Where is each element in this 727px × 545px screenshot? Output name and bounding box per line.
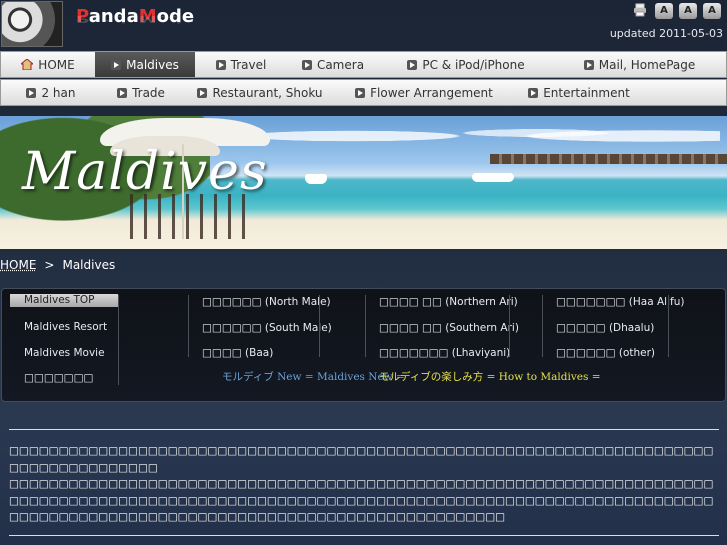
- maldives-new-link[interactable]: モルディブ New = Maldives New =: [222, 369, 405, 384]
- content-paragraph-1: □□□□□□□□□□□□□□□□□□□□□□□□□□□□□□□□□□□□□□□□…: [9, 445, 714, 474]
- font-size-medium-button[interactable]: A: [679, 3, 697, 19]
- menu-item-maldives-resort[interactable]: Maldives Resort: [10, 319, 118, 345]
- content-divider-top: [9, 429, 719, 430]
- nav-entertainment[interactable]: Entertainment: [509, 80, 649, 105]
- nav-maldives-label: Maldives: [126, 57, 179, 72]
- banner-boat: [305, 174, 327, 184]
- breadcrumb-current: Maldives: [62, 258, 116, 272]
- nav-pc-ipod[interactable]: PC & iPod/iPhone: [379, 52, 553, 77]
- menu-divider: [509, 295, 510, 357]
- content-paragraph-2: □□□□□□□□□□□□□□□□□□□□□□□□□□□□□□□□□□□□□□□□…: [9, 478, 714, 523]
- nav-trade[interactable]: Trade: [101, 80, 181, 105]
- banner-water-villas: [490, 154, 727, 164]
- menu-item-maldives-movie[interactable]: Maldives Movie: [10, 345, 118, 371]
- menu-item-dhaalu[interactable]: □□□□□ (Dhaalu): [542, 320, 672, 346]
- nav-flower-arrangement[interactable]: Flower Arrangement: [339, 80, 509, 105]
- panda-logo-image[interactable]: [1, 1, 63, 47]
- logo-reflection: PandaMode: [76, 13, 195, 25]
- nav-maldives[interactable]: Maldives: [95, 52, 195, 77]
- menu-divider: [319, 295, 320, 357]
- banner-boat-large: [472, 173, 514, 182]
- font-size-large-button[interactable]: A: [703, 3, 721, 19]
- play-icon: [355, 87, 366, 98]
- print-icon[interactable]: [633, 3, 649, 19]
- menu-item-col1-4[interactable]: □□□□□□□: [10, 370, 118, 396]
- home-icon: [21, 59, 34, 70]
- menu-column-2: □□□□□□ (North Male) □□□□□□ (South Male) …: [188, 294, 332, 371]
- nav-home-label: HOME: [38, 57, 75, 72]
- banner-clouds: [260, 118, 720, 148]
- nav-pc-ipod-label: PC & iPod/iPhone: [422, 57, 525, 72]
- play-icon: [197, 87, 208, 98]
- nav-mail-homepage[interactable]: Mail, HomePage: [553, 52, 726, 77]
- nav-flower-arrangement-label: Flower Arrangement: [370, 85, 493, 100]
- nav-travel[interactable]: Travel: [195, 52, 287, 77]
- main-nav-row-1: HOME Maldives Travel Camera PC & iPod/iP…: [0, 51, 727, 78]
- play-icon: [117, 87, 128, 98]
- menu-item-lhaviyani[interactable]: □□□□□□□ (Lhaviyani): [365, 345, 510, 371]
- nav-home[interactable]: HOME: [1, 52, 95, 77]
- updated-date: updated 2011-05-03: [609, 27, 723, 40]
- menu-item-maldives-top[interactable]: Maldives TOP: [10, 294, 118, 307]
- nav-camera-label: Camera: [316, 57, 365, 72]
- menu-item-haa-alifu[interactable]: □□□□□□□ (Haa Alifu): [542, 294, 684, 320]
- font-size-small-button[interactable]: A: [655, 3, 673, 19]
- menu-column-4: □□□□□□□ (Haa Alifu) □□□□□ (Dhaalu) □□□□□…: [542, 294, 684, 371]
- main-nav-row-2: 2 han Trade Restaurant, Shoku Flower Arr…: [0, 79, 727, 106]
- maldives-menu-panel: Maldives TOP Maldives Resort Maldives Mo…: [1, 288, 726, 402]
- play-icon: [583, 59, 594, 70]
- menu-item-northern-ari[interactable]: □□□□ □□ (Northern Ari): [365, 294, 518, 320]
- play-icon: [528, 87, 539, 98]
- menu-item-southern-ari[interactable]: □□□□ □□ (Southern Ari): [365, 320, 519, 346]
- menu-divider: [188, 295, 189, 357]
- nav-camera[interactable]: Camera: [287, 52, 379, 77]
- menu-column-3: □□□□ □□ (Northern Ari) □□□□ □□ (Southern…: [365, 294, 519, 371]
- nav-entertainment-label: Entertainment: [543, 85, 630, 100]
- site-header: PandaMode PandaMode A A A updated 2011-0…: [0, 0, 727, 50]
- menu-column-1: Maldives TOP Maldives Resort Maldives Mo…: [10, 294, 118, 396]
- nav-2han-label: 2 han: [41, 85, 76, 100]
- menu-item-baa[interactable]: □□□□ (Baa): [188, 345, 318, 371]
- menu-item-south-male[interactable]: □□□□□□ (South Male): [188, 320, 332, 346]
- nav-restaurant[interactable]: Restaurant, Shoku: [181, 80, 339, 105]
- maldives-banner: Maldives: [0, 116, 727, 249]
- how-to-maldives-link[interactable]: モルディブの楽しみ方 = How to Maldives =: [379, 369, 601, 384]
- nav-2han[interactable]: 2 han: [1, 80, 101, 105]
- nav-mail-homepage-label: Mail, HomePage: [598, 57, 696, 72]
- menu-item-north-male[interactable]: □□□□□□ (North Male): [188, 294, 331, 320]
- play-icon: [215, 59, 226, 70]
- menu-item-other[interactable]: □□□□□□ (other): [542, 345, 672, 371]
- nav-restaurant-label: Restaurant, Shoku: [212, 85, 323, 100]
- menu-divider: [542, 295, 543, 357]
- breadcrumb: HOME > Maldives: [0, 258, 115, 272]
- breadcrumb-separator: >: [44, 258, 55, 272]
- breadcrumb-home-link[interactable]: HOME: [0, 258, 36, 272]
- banner-title: Maldives: [22, 142, 268, 202]
- play-icon: [301, 59, 312, 70]
- header-tools: A A A: [633, 3, 721, 19]
- menu-divider: [118, 295, 119, 385]
- nav-travel-label: Travel: [230, 57, 267, 72]
- nav-trade-label: Trade: [132, 85, 165, 100]
- menu-divider: [365, 295, 366, 357]
- menu-divider: [668, 295, 669, 357]
- main-content: □□□□□□□□□□□□□□□□□□□□□□□□□□□□□□□□□□□□□□□□…: [9, 443, 721, 526]
- content-divider-bottom: [9, 535, 719, 536]
- play-icon: [111, 59, 122, 70]
- play-icon: [26, 87, 37, 98]
- play-icon: [407, 59, 418, 70]
